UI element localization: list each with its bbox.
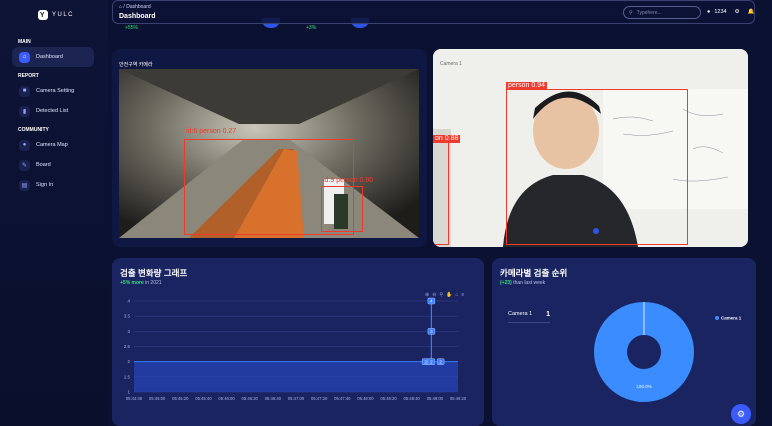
x-tick-label: 05:47:40	[334, 396, 351, 401]
user-name[interactable]: 1234	[714, 9, 726, 15]
detection-box	[321, 186, 363, 232]
sidebar-item-label: Board	[36, 162, 51, 168]
section-community: COMMUNITY	[18, 127, 49, 133]
settings-fab[interactable]: ⚙	[731, 404, 751, 424]
sidebar-item-sign-in[interactable]: ▤ Sign In	[12, 175, 94, 195]
gear-icon[interactable]: ⚙	[735, 9, 740, 15]
stat-card-1-value: +55%	[125, 25, 138, 31]
camera-rank-card: 카메라별 검출 순위 (+23) than last week Camera 1…	[492, 258, 756, 426]
trend-chart[interactable]: 1 1.5 2 2.5 3 3.5 4 05:44:40 05:45:00 05:45:20 05:…	[112, 258, 484, 426]
detection-tag: person 0.94	[506, 82, 547, 90]
detection-tag: on 0.88	[433, 135, 461, 143]
y-tick-label: 3.5	[124, 314, 131, 319]
sidebar-item-label: Camera Map	[36, 142, 68, 148]
home-icon: ⌂	[19, 51, 30, 63]
area-fill	[134, 361, 458, 392]
sidebar-item-camera-map[interactable]: ● Camera Map	[12, 135, 94, 155]
y-tick-label: 3	[127, 329, 130, 334]
y-tick-label: 1.5	[124, 374, 131, 379]
user-area: ● 1234 ⚙ 🔔	[707, 9, 754, 15]
x-tick-label: 05:46:20	[242, 396, 259, 401]
camera-feed-1[interactable]: 안전구역 카메라 id:6 person 0.27 id:9 person 0.…	[112, 49, 427, 247]
bar-chart-icon: ▮	[19, 105, 30, 117]
brand-mark-icon: Y	[38, 10, 48, 20]
breadcrumb-separator: /	[123, 4, 125, 10]
stat-card-2-value: +3%	[306, 25, 317, 31]
y-tick-label: 4	[127, 299, 130, 304]
sidebar-item-board[interactable]: ✎ Board	[12, 155, 94, 175]
section-main: MAIN	[18, 39, 31, 45]
x-tick-label: 05:45:20	[172, 396, 189, 401]
x-tick-label: 05:46:00	[218, 396, 235, 401]
sidebar-item-detected-list[interactable]: ▮ Detected List	[12, 101, 94, 121]
x-tick-label: 05:48:00	[357, 396, 374, 401]
bell-icon[interactable]: 🔔	[748, 9, 755, 15]
search-icon: ⚲	[629, 9, 633, 16]
camera-label: Camera 1	[440, 61, 462, 67]
document-icon: ▤	[19, 179, 30, 191]
y-tick-label: 2.5	[124, 344, 131, 349]
legend-swatch	[715, 316, 719, 320]
x-tick-label: 05:45:40	[195, 396, 212, 401]
y-tick-label: 1	[127, 390, 130, 395]
wrench-icon: ✎	[19, 159, 30, 171]
camera-feed-2[interactable]: Camera 1 person 0.94 on 0.88	[433, 49, 748, 247]
home-icon[interactable]: ⌂	[119, 4, 122, 10]
brand-logo[interactable]: Y YULC	[38, 10, 74, 20]
legend-label: Camera 1	[721, 316, 742, 321]
globe-icon: ●	[19, 139, 30, 151]
user-icon[interactable]: ●	[707, 9, 710, 15]
slice-label: 100.0%	[636, 384, 651, 389]
camera-icon: ■	[19, 85, 30, 97]
sidebar-item-camera-setting[interactable]: ■ Camera Setting	[12, 81, 94, 101]
sidebar-item-dashboard[interactable]: ⌂ Dashboard	[12, 47, 94, 67]
x-tick-label: 05:49:20	[450, 396, 467, 401]
search-input[interactable]: ⚲ Typehere...	[623, 6, 701, 19]
x-tick-label: 05:49:00	[427, 396, 444, 401]
sidebar: Y YULC MAIN ⌂ Dashboard REPORT ■ Camera …	[0, 0, 108, 426]
detection-tag: id:9 person 0.90	[323, 177, 374, 184]
section-report: REPORT	[18, 73, 39, 79]
breadcrumb: ⌂ / Dashboard	[119, 4, 151, 10]
sidebar-item-label: Detected List	[36, 108, 69, 114]
detection-box	[506, 89, 688, 245]
gear-icon: ⚙	[736, 408, 746, 419]
detection-box	[433, 142, 449, 245]
x-tick-label: 05:47:20	[311, 396, 328, 401]
page-title: Dashboard	[119, 13, 156, 20]
x-tick-label: 05:45:00	[149, 396, 166, 401]
x-tick-label: 05:46:40	[265, 396, 282, 401]
x-tick-label: 05:48:40	[404, 396, 421, 401]
camera-label: 안전구역 카메라	[119, 62, 153, 68]
detection-tag: id:6 person 0.27	[186, 128, 237, 135]
detection-trend-card: 검출 변화량 그래프 +5% more in 2021 ⊕ ⊖ ⚲ ✋ ⌂ ≡ 1 1.5 2…	[112, 258, 484, 426]
top-navbar: ⌂ / Dashboard Dashboard ⚲ Typehere... ● …	[112, 0, 755, 24]
sidebar-item-label: Dashboard	[36, 54, 63, 60]
search-placeholder: Typehere...	[636, 9, 662, 16]
sidebar-item-label: Camera Setting	[36, 88, 75, 94]
camera-image-tunnel: id:6 person 0.27 id:9 person 0.90	[119, 69, 419, 238]
y-tick-label: 2	[127, 359, 130, 364]
x-tick-label: 05:44:40	[126, 396, 143, 401]
x-tick-label: 05:48:20	[380, 396, 397, 401]
x-tick-label: 05:47:00	[288, 396, 305, 401]
sidebar-item-label: Sign In	[36, 182, 54, 188]
brand-name: YULC	[52, 12, 75, 18]
breadcrumb-item[interactable]: Dashboard	[126, 4, 150, 10]
rank-donut-chart[interactable]: 100.0% Camera 1	[492, 258, 756, 426]
